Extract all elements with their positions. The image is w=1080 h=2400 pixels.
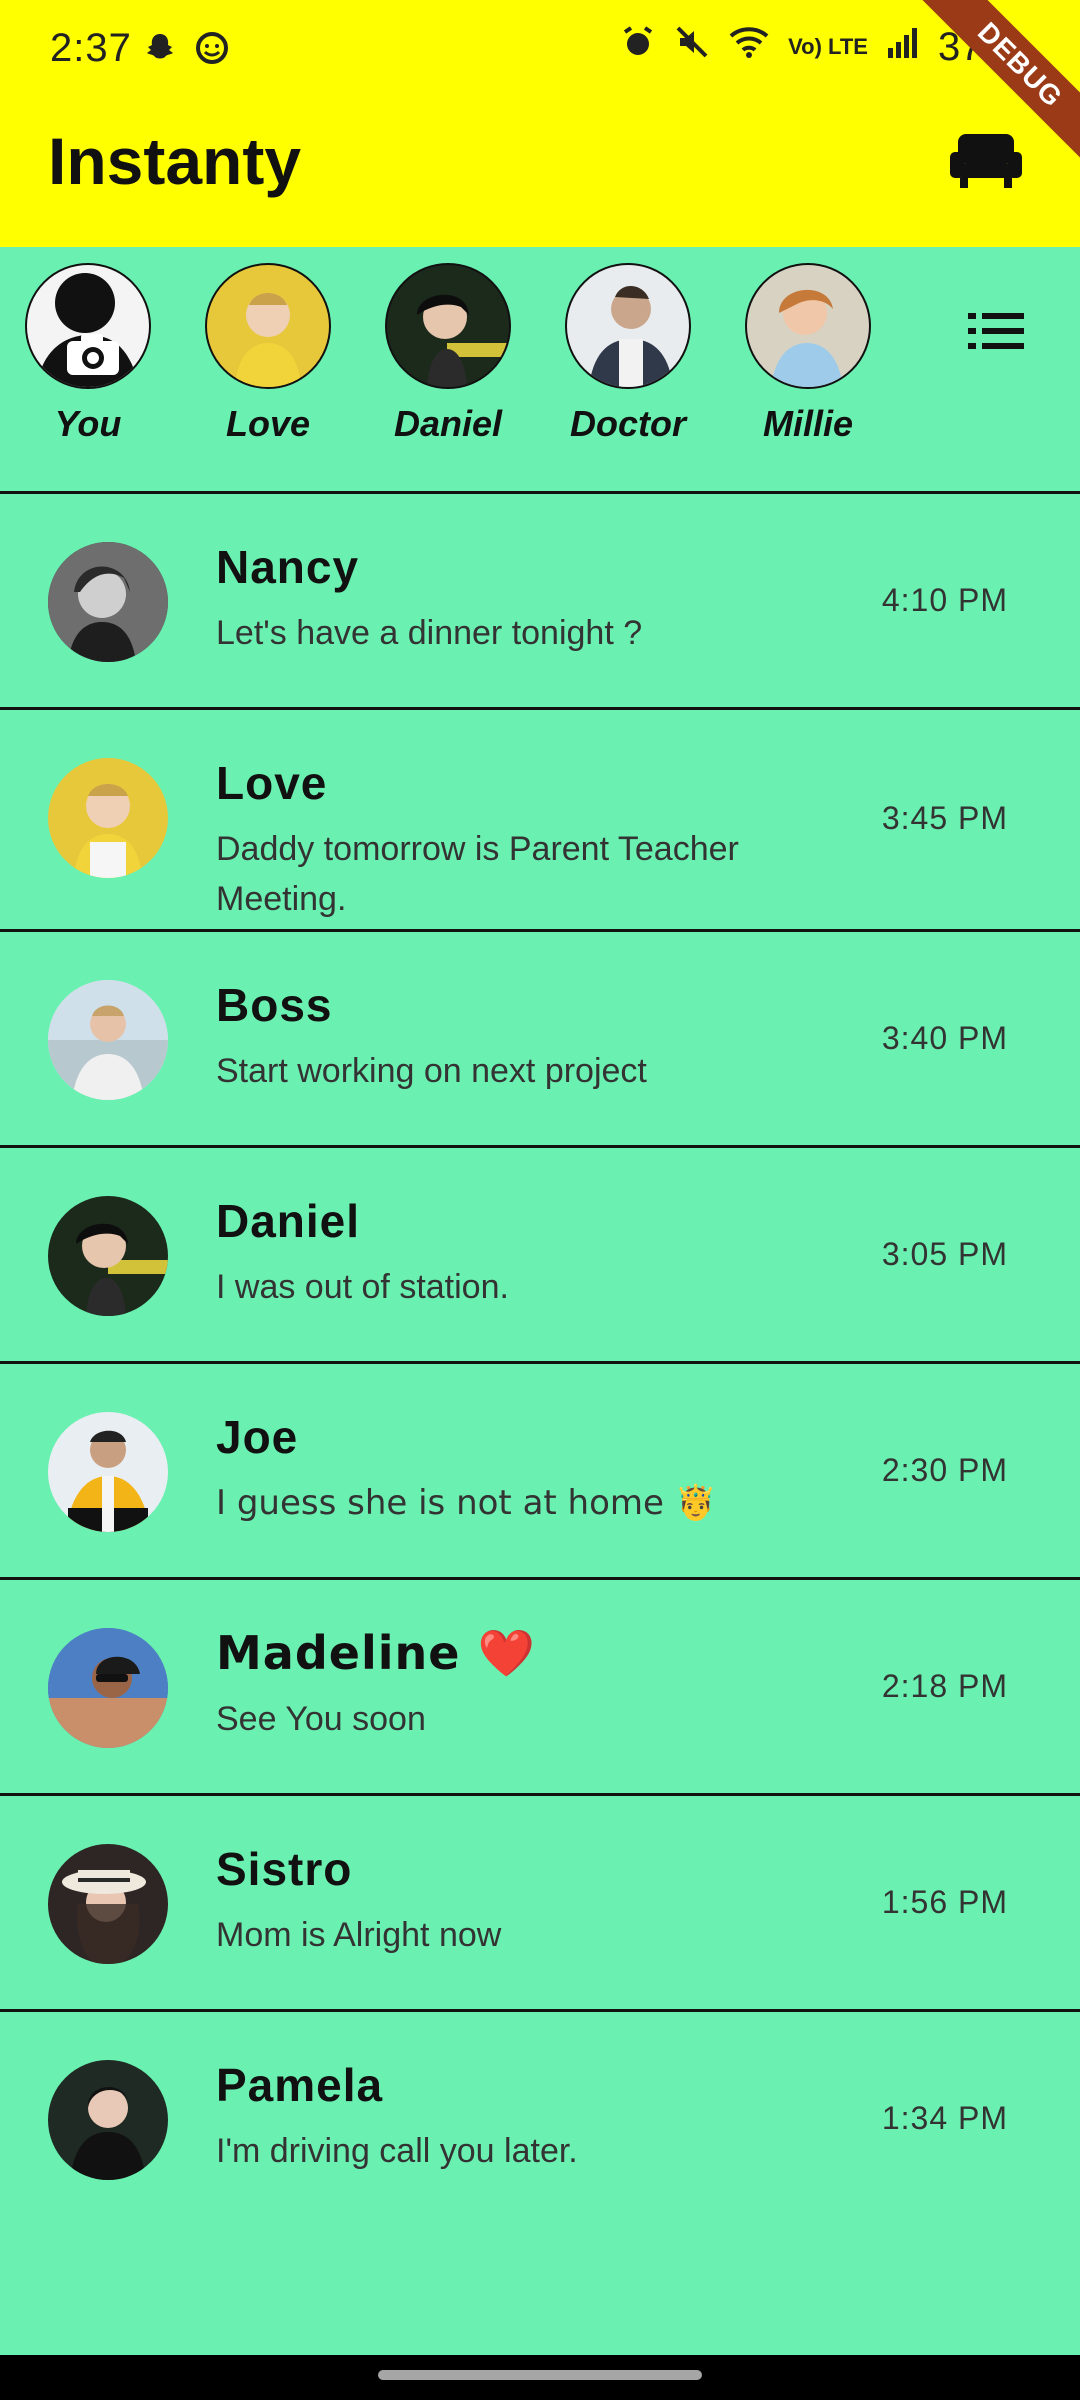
chat-message: I guess she is not at home 🤴 [216,1483,718,1523]
chat-time: 4:10 PM [881,582,1008,618]
avatar [48,1412,168,1532]
sofa-icon [950,134,1022,188]
mute-icon [674,24,710,70]
volte-icon: Vo) LTE [788,34,868,59]
chat-row-love[interactable]: Love Daddy tomorrow is Parent Teacher Me… [0,710,1080,932]
system-nav-bar [0,2355,1080,2400]
chat-name: Sistro [216,1843,353,1895]
story-doctor[interactable]: Doctor [558,263,698,445]
story-love[interactable]: Love [198,263,338,445]
chat-name: Pamela [216,2059,384,2111]
avatar [565,263,691,389]
chat-time: 3:40 PM [881,1020,1008,1056]
wifi-icon [728,24,770,70]
avatar [205,263,331,389]
signal-icon [886,24,920,70]
chat-time: 2:30 PM [881,1452,1008,1488]
chat-name: Madeline ❤️ [216,1626,536,1680]
snapchat-icon [142,30,178,74]
chat-message: Mom is Alright now [216,1916,502,1954]
chat-row-madeline[interactable]: Madeline ❤️ See You soon 2:18 PM [0,1580,1080,1796]
chat-row-joe[interactable]: Joe I guess she is not at home 🤴 2:30 PM [0,1364,1080,1580]
camera-icon [67,334,119,375]
status-time: 2:37 [50,26,132,70]
chat-name: Daniel [216,1195,361,1247]
chat-message: See You soon [216,1700,426,1738]
avatar [385,263,511,389]
list-icon [968,313,1024,349]
story-millie[interactable]: Millie [738,263,878,445]
story-name: Doctor [570,403,686,444]
stories-row: You Love Daniel Doctor Millie [0,247,1080,494]
app-title: Instanty [48,124,302,198]
chat-time: 3:05 PM [881,1236,1008,1272]
avatar [48,542,168,662]
chat-time: 3:45 PM [881,800,1008,836]
chat-message: Daddy tomorrow is Parent Teacher Meeting… [216,830,739,918]
chat-row-pamela[interactable]: Pamela I'm driving call you later. 1:34 … [0,2012,1080,2228]
chat-row-boss[interactable]: Boss Start working on next project 3:40 … [0,932,1080,1148]
chat-row-sistro[interactable]: Sistro Mom is Alright now 1:56 PM [0,1796,1080,2012]
story-name: Daniel [393,403,503,444]
avatar [48,1196,168,1316]
avatar [48,1628,168,1748]
chat-row-daniel[interactable]: Daniel I was out of station. 3:05 PM [0,1148,1080,1364]
story-name: Millie [762,403,854,444]
home-handle[interactable] [378,2370,702,2380]
story-name: Love [225,403,311,444]
chat-message: Let's have a dinner tonight ? [216,614,643,652]
avatar [25,263,151,389]
avatar [745,263,871,389]
story-daniel[interactable]: Daniel [378,263,518,445]
face-icon [194,30,230,74]
chat-message: I'm driving call you later. [216,2132,578,2170]
chat-list: Nancy Let's have a dinner tonight ? 4:10… [0,494,1080,2228]
avatar [48,980,168,1100]
story-name: You [54,403,122,444]
sofa-button[interactable] [950,130,1022,190]
chat-name: Boss [216,979,333,1031]
alarm-icon [620,24,656,70]
chat-name: Nancy [216,541,360,593]
avatar [48,758,168,878]
chat-name: Joe [216,1411,299,1463]
chat-message: Start working on next project [216,1052,647,1090]
list-view-button[interactable] [968,309,1024,353]
chat-message: I was out of station. [216,1268,509,1306]
chat-row-nancy[interactable]: Nancy Let's have a dinner tonight ? 4:10… [0,494,1080,710]
avatar [48,2060,168,2180]
status-left-icons [142,30,230,74]
app-header: 2:37 Vo) LTE 37% Instanty [0,0,1080,247]
chat-time: 1:56 PM [881,1884,1008,1920]
chat-name: Love [216,757,328,809]
chat-time: 2:18 PM [881,1668,1008,1704]
avatar [48,1844,168,1964]
chat-time: 1:34 PM [881,2100,1008,2136]
story-you[interactable]: You [18,263,158,445]
